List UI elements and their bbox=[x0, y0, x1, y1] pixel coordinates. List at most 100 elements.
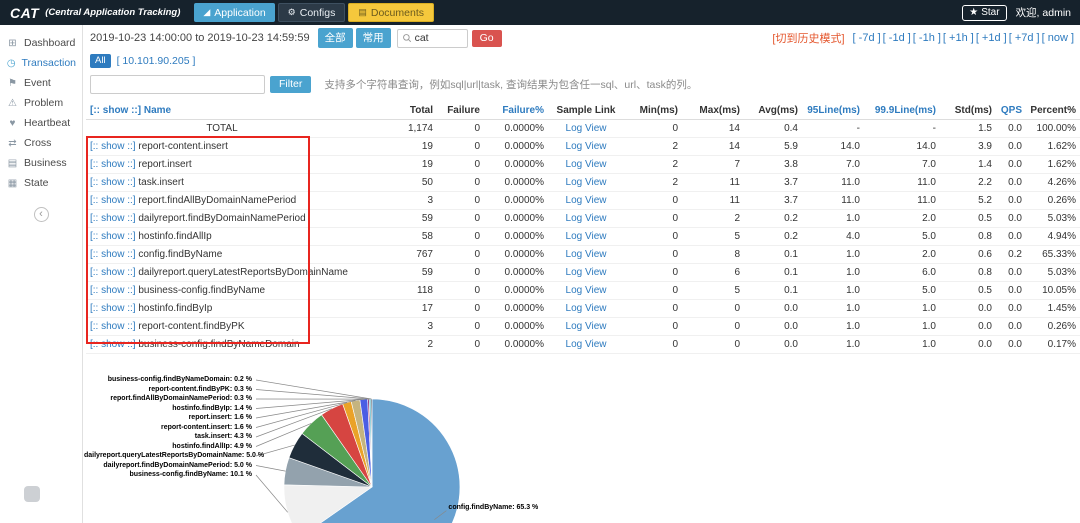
table-cell: 0.0 bbox=[744, 335, 802, 354]
column-header-2: Failure bbox=[437, 102, 484, 120]
sidebar-item-heartbeat[interactable]: ♥ Heartbeat bbox=[0, 113, 82, 133]
column-header-11[interactable]: QPS bbox=[996, 102, 1026, 120]
sample-link-cell: Log View bbox=[548, 227, 624, 246]
show-link[interactable]: [:: show ::] bbox=[90, 213, 136, 224]
go-button[interactable]: Go bbox=[471, 29, 502, 47]
table-cell: 0.0 bbox=[996, 317, 1026, 336]
show-link[interactable]: [:: show ::] bbox=[90, 231, 136, 242]
table-cell: 0.0 bbox=[996, 191, 1026, 210]
tab-application[interactable]: ◢ Application bbox=[194, 3, 275, 22]
app-logo-subtitle: (Central Application Tracking) bbox=[45, 7, 181, 18]
show-link[interactable]: [:: show ::] bbox=[90, 285, 136, 296]
show-link[interactable]: [:: show ::] bbox=[90, 249, 136, 260]
table-cell: 6.0 bbox=[864, 263, 940, 282]
time-shift-link-2[interactable]: [ -1h ] bbox=[913, 32, 941, 44]
log-view-link[interactable]: Log View bbox=[566, 267, 607, 278]
table-cell: 0 bbox=[624, 191, 682, 210]
scroll-top-widget[interactable] bbox=[24, 486, 40, 502]
show-link[interactable]: [:: show ::] bbox=[90, 141, 136, 152]
table-cell: 0.0000% bbox=[484, 209, 548, 228]
time-shift-link-5[interactable]: [ +7d ] bbox=[1009, 32, 1040, 44]
show-link[interactable]: [:: show ::] bbox=[90, 339, 136, 350]
table-cell: 0.1 bbox=[744, 281, 802, 300]
sidebar-item-business[interactable]: ▤ Business bbox=[0, 153, 82, 173]
table-cell: 0.6 bbox=[940, 245, 996, 264]
log-view-link[interactable]: Log View bbox=[566, 177, 607, 188]
pie-label-config.findByName: config.findByName: 65.3 % bbox=[448, 503, 539, 511]
log-view-link[interactable]: Log View bbox=[566, 321, 607, 332]
table-cell: 0 bbox=[682, 299, 744, 318]
sidebar-item-transaction[interactable]: ◷ Transaction bbox=[0, 53, 82, 73]
machine-all-chip[interactable]: All bbox=[90, 54, 111, 68]
log-view-link[interactable]: Log View bbox=[566, 141, 607, 152]
table-row: [:: show ::] report.insert 19 0 0.0000% Log … bbox=[86, 155, 1080, 174]
table-cell: 65.33% bbox=[1026, 245, 1080, 264]
history-mode-link[interactable]: [切到历史模式] bbox=[772, 30, 844, 46]
table-cell: 59 bbox=[358, 263, 437, 282]
table-cell: 0 bbox=[437, 173, 484, 192]
column-header-3[interactable]: Failure% bbox=[484, 102, 548, 120]
filter-input[interactable] bbox=[90, 74, 265, 94]
table-cell: 11 bbox=[682, 191, 744, 210]
table-cell: 3.8 bbox=[744, 155, 802, 174]
show-link[interactable]: [:: show ::] bbox=[90, 159, 136, 170]
table-row: [:: show ::] business-config.findByName 1… bbox=[86, 281, 1080, 300]
log-view-link[interactable]: Log View bbox=[566, 249, 607, 260]
column-header-8[interactable]: 95Line(ms) bbox=[802, 102, 864, 120]
table-cell: 0.0000% bbox=[484, 263, 548, 282]
log-view-link[interactable]: Log View bbox=[566, 231, 607, 242]
all-button[interactable]: 全部 bbox=[317, 28, 353, 48]
tab-documents[interactable]: ▤ Documents bbox=[348, 3, 434, 22]
log-view-link[interactable]: Log View bbox=[566, 195, 607, 206]
pie-label-dailyreport.findByDomainNamePeriod: dailyreport.findByDomainNamePeriod: 5.0 … bbox=[103, 461, 252, 469]
time-shift-link-0[interactable]: [ -7d ] bbox=[853, 32, 881, 44]
log-view-link[interactable]: Log View bbox=[566, 213, 607, 224]
column-header-0[interactable]: [:: show ::] Name bbox=[86, 102, 358, 120]
log-view-link[interactable]: Log View bbox=[566, 339, 607, 350]
bar-chart-icon: ▦ bbox=[7, 177, 18, 189]
table-cell: 1.0 bbox=[864, 299, 940, 318]
filter-button[interactable]: Filter bbox=[270, 75, 312, 93]
sidebar-item-cross[interactable]: ⇄ Cross bbox=[0, 133, 82, 153]
log-view-link[interactable]: Log View bbox=[566, 303, 607, 314]
sidebar-item-event[interactable]: ⚑ Event bbox=[0, 73, 82, 93]
table-cell: 1.0 bbox=[864, 317, 940, 336]
log-view-link[interactable]: Log View bbox=[566, 159, 607, 170]
machine-ip-link[interactable]: [ 10.101.90.205 ] bbox=[117, 55, 196, 67]
search-input[interactable] bbox=[414, 32, 463, 44]
star-button[interactable]: ★ Star bbox=[962, 4, 1007, 21]
time-shift-link-1[interactable]: [ -1d ] bbox=[883, 32, 911, 44]
show-link[interactable]: [:: show ::] bbox=[90, 321, 136, 332]
sidebar-item-state[interactable]: ▦ State bbox=[0, 173, 82, 193]
table-cell: 2 bbox=[358, 335, 437, 354]
welcome-user-link[interactable]: 欢迎, admin bbox=[1016, 5, 1071, 20]
sidebar-item-problem[interactable]: ⚠ Problem bbox=[0, 93, 82, 113]
table-cell: 59 bbox=[358, 209, 437, 228]
sidebar-collapse-button[interactable]: ‹ bbox=[33, 207, 49, 222]
sample-link-cell: Log View bbox=[548, 281, 624, 300]
table-cell: 0.1 bbox=[744, 245, 802, 264]
show-link[interactable]: [:: show ::] bbox=[90, 177, 136, 188]
show-link[interactable]: [:: show ::] bbox=[90, 267, 136, 278]
sidebar-item-label: Heartbeat bbox=[24, 117, 71, 129]
show-link[interactable]: [:: show ::] bbox=[90, 195, 136, 206]
table-cell: 0 bbox=[437, 119, 484, 138]
table-cell: 0 bbox=[437, 299, 484, 318]
sidebar: ⊞ Dashboard ◷ Transaction ⚑ Event ⚠ Problem ♥ Hea… bbox=[0, 25, 83, 523]
table-cell: 0 bbox=[437, 137, 484, 156]
column-header-9[interactable]: 99.9Line(ms) bbox=[864, 102, 940, 120]
show-link[interactable]: [:: show ::] bbox=[90, 303, 136, 314]
tab-configs[interactable]: ⚙ Configs bbox=[277, 3, 346, 22]
sidebar-item-dashboard[interactable]: ⊞ Dashboard bbox=[0, 33, 82, 53]
log-view-link[interactable]: Log View bbox=[566, 123, 607, 134]
time-shift-link-3[interactable]: [ +1h ] bbox=[943, 32, 974, 44]
common-button[interactable]: 常用 bbox=[355, 28, 391, 48]
table-cell: 1.5 bbox=[940, 119, 996, 138]
name-cell: [:: show ::] report.insert bbox=[86, 155, 358, 174]
table-cell: 5.03% bbox=[1026, 263, 1080, 282]
table-row: [:: show ::] report-content.insert 19 0 0.0… bbox=[86, 137, 1080, 156]
log-view-link[interactable]: Log View bbox=[566, 285, 607, 296]
table-cell: 0.0 bbox=[996, 209, 1026, 228]
time-shift-link-4[interactable]: [ +1d ] bbox=[976, 32, 1007, 44]
time-shift-link-6[interactable]: [ now ] bbox=[1042, 32, 1074, 44]
